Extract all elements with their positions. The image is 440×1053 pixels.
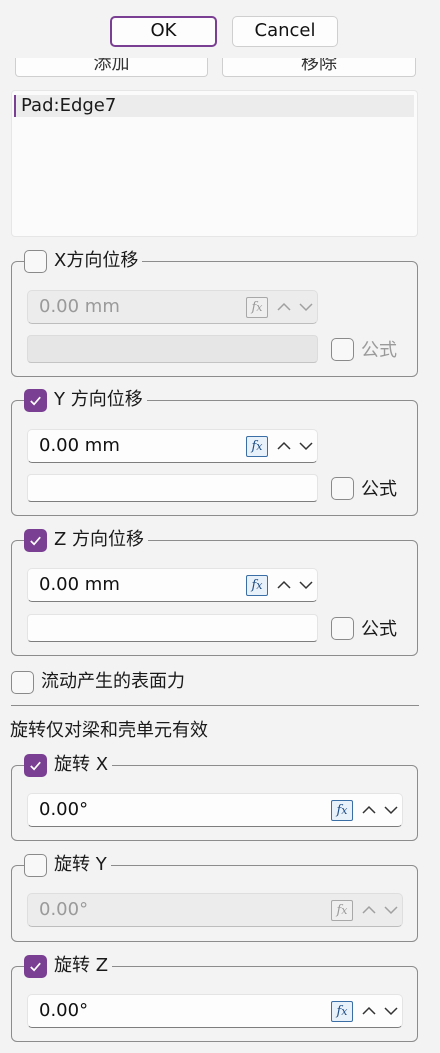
chevron-down-icon[interactable] xyxy=(383,902,399,918)
chevron-down-icon[interactable] xyxy=(298,577,314,593)
chevron-up-icon[interactable] xyxy=(276,438,292,454)
x-formula-label: 公式 xyxy=(361,340,397,361)
z-displacement-group: Z 方向位移 0.00 mm fx 公式 xyxy=(11,528,418,656)
rotation-y-checkbox[interactable] xyxy=(24,853,47,877)
checkmark-icon xyxy=(30,962,41,971)
rotation-y-group: 旋转 Y 0.00° fx xyxy=(11,853,418,942)
x-displacement-input[interactable]: 0.00 mm fx xyxy=(27,290,318,324)
x-displacement-value: 0.00 mm xyxy=(39,296,120,317)
flow-force-toggle[interactable]: 流动产生的表面力 xyxy=(11,670,185,694)
x-displacement-group: X方向位移 0.00 mm fx 公式 xyxy=(11,249,418,377)
z-formula-toggle[interactable]: 公式 xyxy=(331,615,397,641)
chevron-up-icon[interactable] xyxy=(361,1003,377,1019)
rotation-z-label: 旋转 Z xyxy=(54,955,109,976)
y-formula-checkbox[interactable] xyxy=(331,476,354,500)
x-formula-checkbox[interactable] xyxy=(331,337,354,361)
rotation-z-value: 0.00° xyxy=(39,1000,89,1021)
rotation-x-value: 0.00° xyxy=(39,799,89,820)
fx-icon[interactable]: fx xyxy=(331,800,353,821)
fx-icon[interactable]: fx xyxy=(331,1001,353,1022)
fx-icon[interactable]: fx xyxy=(246,436,268,457)
y-displacement-input[interactable]: 0.00 mm fx xyxy=(27,429,318,463)
flow-force-label: 流动产生的表面力 xyxy=(41,671,185,692)
checkmark-icon xyxy=(30,396,41,405)
fx-icon[interactable]: fx xyxy=(246,297,268,318)
chevron-up-icon[interactable] xyxy=(276,577,292,593)
z-displacement-legend: Z 方向位移 xyxy=(24,528,149,552)
y-formula-label: 公式 xyxy=(361,479,397,500)
add-reference-label: 添加 xyxy=(93,58,130,74)
add-reference-button[interactable]: 添加 xyxy=(15,58,208,77)
y-formula-input[interactable] xyxy=(27,474,318,502)
x-displacement-label: X方向位移 xyxy=(54,250,139,271)
chevron-up-icon[interactable] xyxy=(276,299,292,315)
x-formula-toggle[interactable]: 公式 xyxy=(331,336,397,362)
rotation-x-group: 旋转 X 0.00° fx xyxy=(11,753,418,841)
y-displacement-label: Y 方向位移 xyxy=(54,389,143,410)
chevron-up-icon[interactable] xyxy=(361,902,377,918)
z-displacement-value: 0.00 mm xyxy=(39,574,120,595)
y-displacement-checkbox[interactable] xyxy=(24,388,47,412)
ok-button[interactable]: OK xyxy=(110,16,217,47)
rotation-y-label: 旋转 Y xyxy=(54,854,107,875)
rotation-y-input[interactable]: 0.00° fx xyxy=(27,893,403,927)
z-formula-input[interactable] xyxy=(27,614,318,642)
remove-reference-label: 移除 xyxy=(301,58,337,74)
chevron-down-icon[interactable] xyxy=(383,802,399,818)
chevron-down-icon[interactable] xyxy=(383,1003,399,1019)
y-displacement-group: Y 方向位移 0.00 mm fx 公式 xyxy=(11,388,418,516)
z-displacement-checkbox[interactable] xyxy=(24,528,47,552)
rotation-x-legend: 旋转 X xyxy=(24,753,113,777)
y-displacement-legend: Y 方向位移 xyxy=(24,388,147,412)
z-displacement-input[interactable]: 0.00 mm fx xyxy=(27,568,318,602)
rotation-z-checkbox[interactable] xyxy=(24,954,47,978)
checkmark-icon xyxy=(30,536,41,545)
list-item[interactable]: Pad:Edge7 xyxy=(14,95,414,117)
fx-icon[interactable]: fx xyxy=(246,575,268,596)
x-displacement-checkbox[interactable] xyxy=(24,249,47,273)
separator xyxy=(11,705,419,706)
fx-icon[interactable]: fx xyxy=(331,900,353,921)
flow-force-checkbox[interactable] xyxy=(11,670,34,694)
rotation-x-input[interactable]: 0.00° fx xyxy=(27,793,403,827)
z-displacement-label: Z 方向位移 xyxy=(54,529,145,550)
remove-reference-button[interactable]: 移除 xyxy=(222,58,416,77)
checkmark-icon xyxy=(30,761,41,770)
chevron-down-icon[interactable] xyxy=(298,438,314,454)
cancel-button[interactable]: Cancel xyxy=(232,16,338,47)
rotation-z-legend: 旋转 Z xyxy=(24,954,113,978)
y-displacement-value: 0.00 mm xyxy=(39,435,120,456)
rotation-y-legend: 旋转 Y xyxy=(24,853,111,877)
rotation-note: 旋转仅对梁和壳单元有效 xyxy=(10,720,208,741)
x-formula-input[interactable] xyxy=(27,335,318,363)
rotation-z-input[interactable]: 0.00° fx xyxy=(27,994,403,1028)
rotation-x-checkbox[interactable] xyxy=(24,753,47,777)
rotation-z-group: 旋转 Z 0.00° fx xyxy=(11,954,418,1042)
reference-list[interactable]: Pad:Edge7 xyxy=(11,90,418,237)
z-formula-checkbox[interactable] xyxy=(331,616,354,640)
chevron-down-icon[interactable] xyxy=(298,299,314,315)
rotation-x-label: 旋转 X xyxy=(54,754,109,775)
z-formula-label: 公式 xyxy=(361,619,397,640)
rotation-y-value: 0.00° xyxy=(39,899,89,920)
y-formula-toggle[interactable]: 公式 xyxy=(331,475,397,501)
chevron-up-icon[interactable] xyxy=(361,802,377,818)
x-displacement-legend: X方向位移 xyxy=(24,249,143,273)
